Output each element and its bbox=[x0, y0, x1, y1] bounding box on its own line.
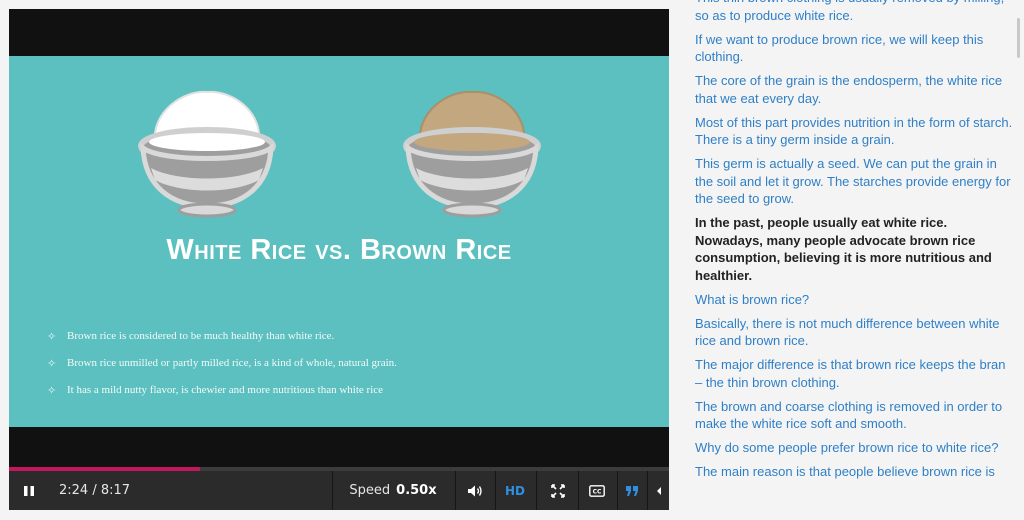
transcript-cue[interactable]: Most of this part provides nutrition in … bbox=[695, 114, 1013, 149]
video-frame[interactable]: White Rice vs. Brown Rice ✧ Brown rice i… bbox=[9, 56, 669, 427]
slide-bullet: ✧ It has a mild nutty flavor, is chewier… bbox=[47, 381, 383, 399]
volume-button[interactable] bbox=[461, 471, 489, 510]
transcript-cue[interactable]: If we want to produce brown rice, we wil… bbox=[695, 31, 1013, 66]
transcript-scrollbar[interactable] bbox=[1017, 18, 1020, 58]
white-rice-bowl-image bbox=[138, 90, 276, 218]
speed-button[interactable]: Speed 0.50x bbox=[345, 471, 437, 510]
chevron-left-icon bbox=[657, 486, 661, 495]
fullscreen-icon bbox=[551, 483, 565, 498]
volume-icon bbox=[468, 485, 482, 496]
svg-text:CC: CC bbox=[593, 488, 602, 495]
transcript-cue[interactable]: The core of the grain is the endosperm, … bbox=[695, 72, 1013, 107]
transcript-cue[interactable]: The major difference is that brown rice … bbox=[695, 356, 1013, 391]
speed-value: 0.50x bbox=[396, 483, 437, 498]
hd-button[interactable]: HD bbox=[501, 471, 529, 510]
fullscreen-button[interactable] bbox=[544, 471, 572, 510]
collapse-button[interactable] bbox=[649, 471, 669, 510]
video-player[interactable]: White Rice vs. Brown Rice ✧ Brown rice i… bbox=[9, 9, 669, 510]
transcript-cue[interactable]: This thin brown clothing is usually remo… bbox=[695, 0, 1013, 24]
player-controls: 2:24 / 8:17 Speed 0.50x HD CC bbox=[9, 471, 669, 510]
slide-bullet-text: It has a mild nutty flavor, is chewier a… bbox=[67, 384, 384, 396]
bullet-marker: ✧ bbox=[47, 357, 57, 370]
transcript-quote-icon bbox=[626, 485, 638, 496]
pause-icon bbox=[24, 485, 34, 496]
speed-label: Speed bbox=[349, 483, 391, 498]
bullet-marker: ✧ bbox=[47, 330, 57, 343]
transcript-cue-active[interactable]: In the past, people usually eat white ri… bbox=[695, 214, 1013, 284]
transcript-cue[interactable]: This germ is actually a seed. We can put… bbox=[695, 155, 1013, 208]
transcript-cue[interactable]: Basically, there is not much difference … bbox=[695, 315, 1013, 350]
slide-title: White Rice vs. Brown Rice bbox=[166, 234, 512, 266]
transcript-cue[interactable]: What is brown rice? bbox=[695, 291, 1013, 309]
slide-bullet-text: Brown rice is considered to be much heal… bbox=[67, 330, 335, 342]
pause-button[interactable] bbox=[17, 471, 41, 510]
slide-bullet: ✧ Brown rice unmilled or partly milled r… bbox=[47, 354, 397, 372]
bullet-marker: ✧ bbox=[47, 384, 57, 397]
closed-captions-icon: CC bbox=[589, 484, 605, 497]
brown-rice-bowl-image bbox=[403, 90, 541, 218]
time-display: 2:24 / 8:17 bbox=[59, 483, 131, 498]
transcript-panel: This thin brown clothing is usually remo… bbox=[676, 0, 1024, 520]
slide-bullet: ✧ Brown rice is considered to be much he… bbox=[47, 327, 334, 345]
closed-captions-button[interactable]: CC bbox=[583, 471, 611, 510]
transcript-cue[interactable]: The main reason is that people believe b… bbox=[695, 463, 1013, 481]
transcript-list: This thin brown clothing is usually remo… bbox=[695, 0, 1013, 487]
transcript-cue[interactable]: Why do some people prefer brown rice to … bbox=[695, 439, 1013, 457]
transcript-toggle-button[interactable] bbox=[621, 471, 643, 510]
slide-bullet-text: Brown rice unmilled or partly milled ric… bbox=[67, 357, 397, 369]
transcript-cue[interactable]: The brown and coarse clothing is removed… bbox=[695, 398, 1013, 433]
